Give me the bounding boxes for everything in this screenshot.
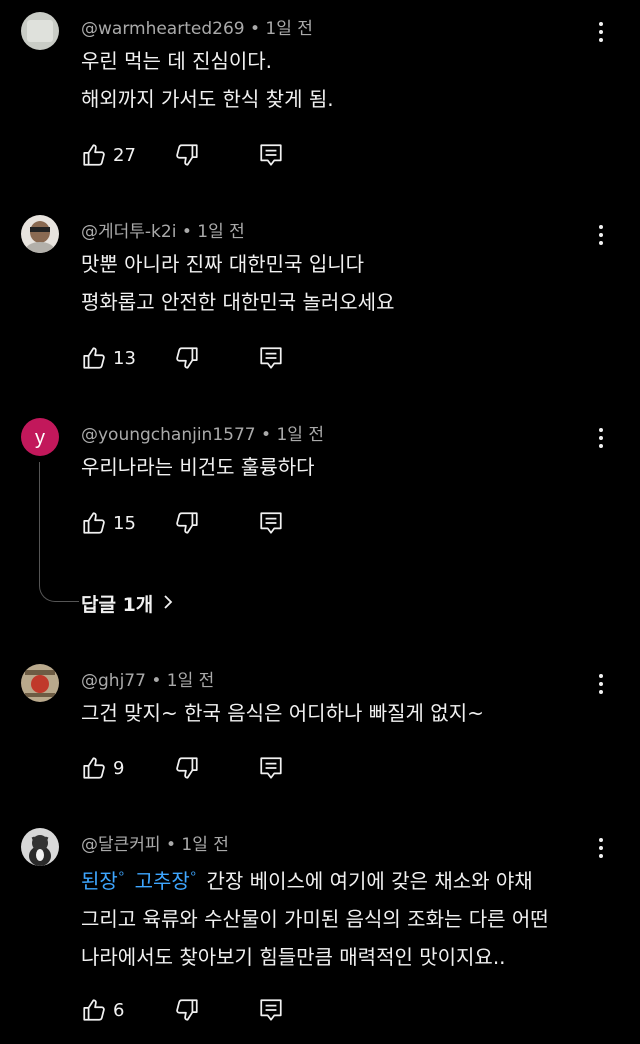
reply-button[interactable] bbox=[258, 508, 284, 538]
dislike-button[interactable] bbox=[174, 343, 200, 373]
comment-text: 그건 맞지~ 한국 음식은 어디하나 빠질게 없지~ bbox=[81, 694, 484, 732]
avatar[interactable] bbox=[21, 12, 59, 50]
meta-separator: • bbox=[165, 835, 182, 855]
more-vertical-icon bbox=[599, 674, 603, 678]
reply-icon bbox=[258, 755, 284, 781]
reply-button[interactable] bbox=[258, 753, 284, 783]
thumbs-down-icon bbox=[174, 510, 200, 536]
comment-line: 그건 맞지~ 한국 음식은 어디하나 빠질게 없지~ bbox=[81, 701, 484, 725]
avatar-letter: y bbox=[35, 427, 45, 449]
thumbs-down-icon bbox=[174, 142, 200, 168]
dislike-button[interactable] bbox=[174, 753, 200, 783]
thumbs-up-icon bbox=[81, 142, 107, 168]
comment-meta: @ghj77 • 1일 전 bbox=[81, 666, 214, 691]
more-options-button[interactable] bbox=[590, 833, 612, 863]
comment-actions: 13 bbox=[81, 343, 301, 373]
search-icon: ᵒ bbox=[190, 869, 197, 884]
avatar[interactable] bbox=[21, 664, 59, 702]
comment-line: 평화롭고 안전한 대한민국 놀러오세요 bbox=[81, 290, 395, 314]
like-button[interactable]: 15 bbox=[81, 508, 136, 538]
comment-line: 해외까지 가서도 한식 찾게 됨. bbox=[81, 87, 334, 111]
author-name[interactable]: @youngchanjin1577 bbox=[81, 425, 256, 445]
replies-label: 답글 1개 bbox=[81, 594, 154, 616]
comment-actions: 6 bbox=[81, 995, 301, 1025]
comment-line: 우리나라는 비건도 훌륭하다 bbox=[81, 455, 315, 479]
comment-line: 우린 먹는 데 진심이다. bbox=[81, 49, 273, 73]
thumbs-down-icon bbox=[174, 345, 200, 371]
comment-meta: @youngchanjin1577 • 1일 전 bbox=[81, 420, 324, 445]
meta-separator: • bbox=[261, 425, 277, 445]
author-name[interactable]: @ghj77 bbox=[81, 671, 146, 691]
thread-connector bbox=[39, 462, 79, 602]
comment-line: 나라에서도 찾아보기 힘들만큼 매력적인 맛이지요.. bbox=[81, 944, 506, 969]
meta-separator: • bbox=[151, 671, 167, 691]
meta-separator: • bbox=[249, 19, 266, 39]
avatar[interactable]: y bbox=[21, 418, 59, 456]
comment-line: 그리고 육류와 수산물이 가미된 음식의 조화는 다른 어떤 bbox=[81, 906, 549, 931]
comment-time: 1일 전 bbox=[265, 19, 313, 39]
like-button[interactable]: 27 bbox=[81, 140, 136, 170]
view-replies-button[interactable]: 답글 1개 bbox=[81, 590, 173, 617]
comment-text: 우린 먹는 데 진심이다. 해외까지 가서도 한식 찾게 됨. bbox=[81, 42, 334, 118]
comment-actions: 9 bbox=[81, 753, 301, 783]
comment-time: 1일 전 bbox=[276, 425, 324, 445]
comment-line: 된장ᵒ 고추장ᵒ 간장 베이스에 여기에 갖은 채소와 야채 bbox=[81, 858, 549, 900]
like-button[interactable]: 13 bbox=[81, 343, 136, 373]
dislike-button[interactable] bbox=[174, 995, 200, 1025]
thumbs-down-icon bbox=[174, 755, 200, 781]
more-vertical-icon bbox=[599, 225, 603, 229]
comment-line: 맛뿐 아니라 진짜 대한민국 입니다 bbox=[81, 252, 365, 276]
hashtag-link[interactable]: 고추장ᵒ bbox=[135, 869, 197, 893]
comment-actions: 27 bbox=[81, 140, 301, 170]
comment-meta: @게더투-k2i • 1일 전 bbox=[81, 217, 245, 242]
comment-line-text: 간장 베이스에 여기에 갖은 채소와 야채 bbox=[206, 868, 533, 893]
like-count: 27 bbox=[113, 144, 136, 166]
comment-time: 1일 전 bbox=[181, 835, 229, 855]
reply-icon bbox=[258, 142, 284, 168]
like-count: 15 bbox=[113, 512, 136, 534]
more-options-button[interactable] bbox=[590, 669, 612, 699]
comment-time: 1일 전 bbox=[166, 671, 215, 691]
author-name[interactable]: @게더투-k2i bbox=[81, 222, 176, 242]
author-name[interactable]: @달큰커피 bbox=[81, 835, 161, 855]
more-vertical-icon bbox=[599, 838, 603, 842]
comment-meta: @달큰커피 • 1일 전 bbox=[81, 830, 229, 855]
comment-text: 우리나라는 비건도 훌륭하다 bbox=[81, 448, 315, 486]
reply-icon bbox=[258, 510, 284, 536]
more-vertical-icon bbox=[599, 428, 603, 432]
thumbs-down-icon bbox=[174, 997, 200, 1023]
more-options-button[interactable] bbox=[590, 17, 612, 47]
reply-button[interactable] bbox=[258, 995, 284, 1025]
more-options-button[interactable] bbox=[590, 220, 612, 250]
avatar[interactable] bbox=[21, 828, 59, 866]
thumbs-up-icon bbox=[81, 510, 107, 536]
comment-text: 맛뿐 아니라 진짜 대한민국 입니다 평화롭고 안전한 대한민국 놀러오세요 bbox=[81, 245, 394, 321]
like-button[interactable]: 6 bbox=[81, 995, 124, 1025]
like-count: 13 bbox=[113, 347, 136, 369]
chevron-right-icon bbox=[163, 593, 173, 615]
reply-icon bbox=[258, 997, 284, 1023]
comment-actions: 15 bbox=[81, 508, 301, 538]
like-count: 6 bbox=[113, 999, 125, 1021]
more-options-button[interactable] bbox=[590, 423, 612, 453]
comment-time: 1일 전 bbox=[197, 222, 245, 242]
reply-button[interactable] bbox=[258, 343, 284, 373]
dislike-button[interactable] bbox=[174, 140, 200, 170]
comment-meta: @warmhearted269 • 1일 전 bbox=[81, 14, 313, 39]
thumbs-up-icon bbox=[81, 345, 107, 371]
reply-button[interactable] bbox=[258, 140, 284, 170]
comment-text: 된장ᵒ 고추장ᵒ 간장 베이스에 여기에 갖은 채소와 야채 그리고 육류와 수… bbox=[81, 858, 549, 976]
thumbs-up-icon bbox=[81, 755, 107, 781]
search-icon: ᵒ bbox=[118, 869, 125, 884]
thumbs-up-icon bbox=[81, 997, 107, 1023]
more-vertical-icon bbox=[599, 22, 603, 26]
author-name[interactable]: @warmhearted269 bbox=[81, 19, 245, 39]
reply-icon bbox=[258, 345, 284, 371]
like-count: 9 bbox=[113, 757, 125, 779]
avatar[interactable] bbox=[21, 215, 59, 253]
dislike-button[interactable] bbox=[174, 508, 200, 538]
hashtag-link[interactable]: 된장ᵒ bbox=[81, 869, 124, 893]
meta-separator: • bbox=[181, 222, 198, 242]
like-button[interactable]: 9 bbox=[81, 753, 124, 783]
